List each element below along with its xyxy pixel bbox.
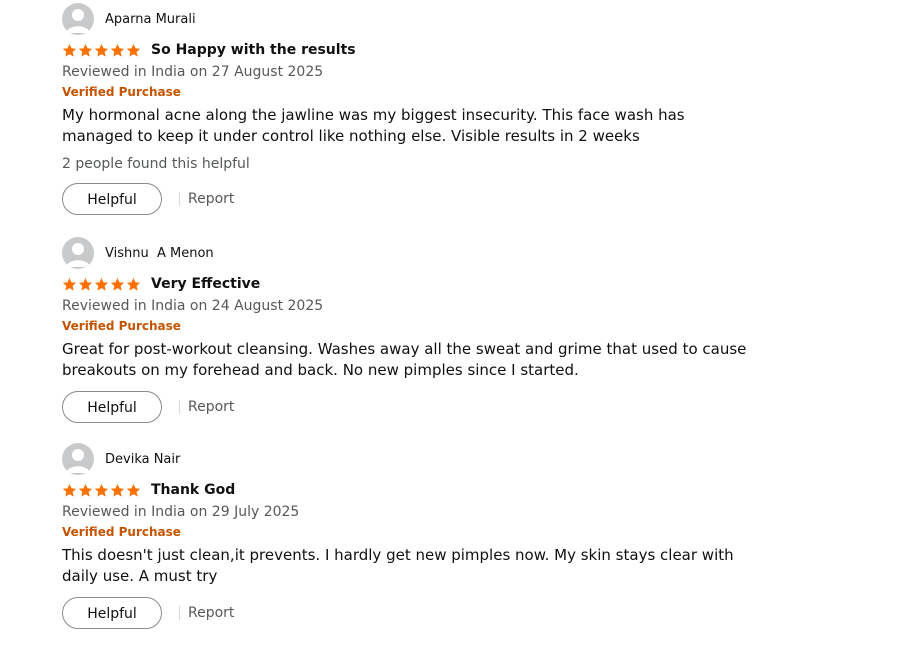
default-user-avatar-icon [62,237,94,269]
helpful-button[interactable]: Helpful [62,391,162,423]
review-item: Aparna Murali So Happy with the results … [62,3,762,215]
reviewer-name: Vishnu A Menon [105,245,214,261]
verified-purchase-badge[interactable]: Verified Purchase [62,318,762,335]
review-item: Vishnu A Menon Very Effective Reviewed i… [62,237,762,423]
review-body: My hormonal acne along the jawline was m… [62,106,685,145]
star-icon [126,43,141,58]
action-divider [179,606,180,620]
default-user-avatar-icon [62,3,94,35]
review-body: This doesn't just clean,it prevents. I h… [62,546,734,585]
review-date: Reviewed in India on 29 July 2025 [62,504,300,520]
reviewer-profile[interactable]: Vishnu A Menon [62,237,762,269]
review-item: Devika Nair Thank God Reviewed in India … [62,443,762,629]
review-date: Reviewed in India on 24 August 2025 [62,298,324,314]
helpful-button[interactable]: Helpful [62,597,162,629]
helpful-button[interactable]: Helpful [62,183,162,215]
action-divider [179,400,180,414]
star-icon [78,43,93,58]
star-icon [78,277,93,292]
star-icon [62,43,77,58]
helpful-count: 2 people found this helpful [62,156,250,172]
star-icon [78,483,93,498]
star-icon [94,277,109,292]
star-icon [62,483,77,498]
reviewer-profile[interactable]: Devika Nair [62,443,762,475]
default-user-avatar-icon [62,443,94,475]
star-icon [62,277,77,292]
review-title[interactable]: Very Effective [151,276,260,292]
star-icon [126,483,141,498]
action-divider [179,192,180,206]
report-link[interactable]: Report [188,605,234,621]
star-icon [94,483,109,498]
report-link[interactable]: Report [188,399,234,415]
star-icon [126,277,141,292]
report-link[interactable]: Report [188,191,234,207]
star-rating[interactable] [62,277,141,292]
star-icon [110,483,125,498]
reviewer-profile[interactable]: Aparna Murali [62,3,762,35]
star-icon [110,43,125,58]
star-rating[interactable] [62,483,141,498]
reviews-list: Aparna Murali So Happy with the results … [0,0,922,649]
star-icon [110,277,125,292]
review-body: Great for post-workout cleansing. Washes… [62,340,747,379]
reviewer-name: Devika Nair [105,451,181,467]
verified-purchase-badge[interactable]: Verified Purchase [62,524,762,541]
review-date: Reviewed in India on 27 August 2025 [62,64,324,80]
star-rating[interactable] [62,43,141,58]
review-title[interactable]: Thank God [151,482,235,498]
star-icon [94,43,109,58]
verified-purchase-badge[interactable]: Verified Purchase [62,84,762,101]
review-title[interactable]: So Happy with the results [151,42,356,58]
reviewer-name: Aparna Murali [105,11,196,27]
